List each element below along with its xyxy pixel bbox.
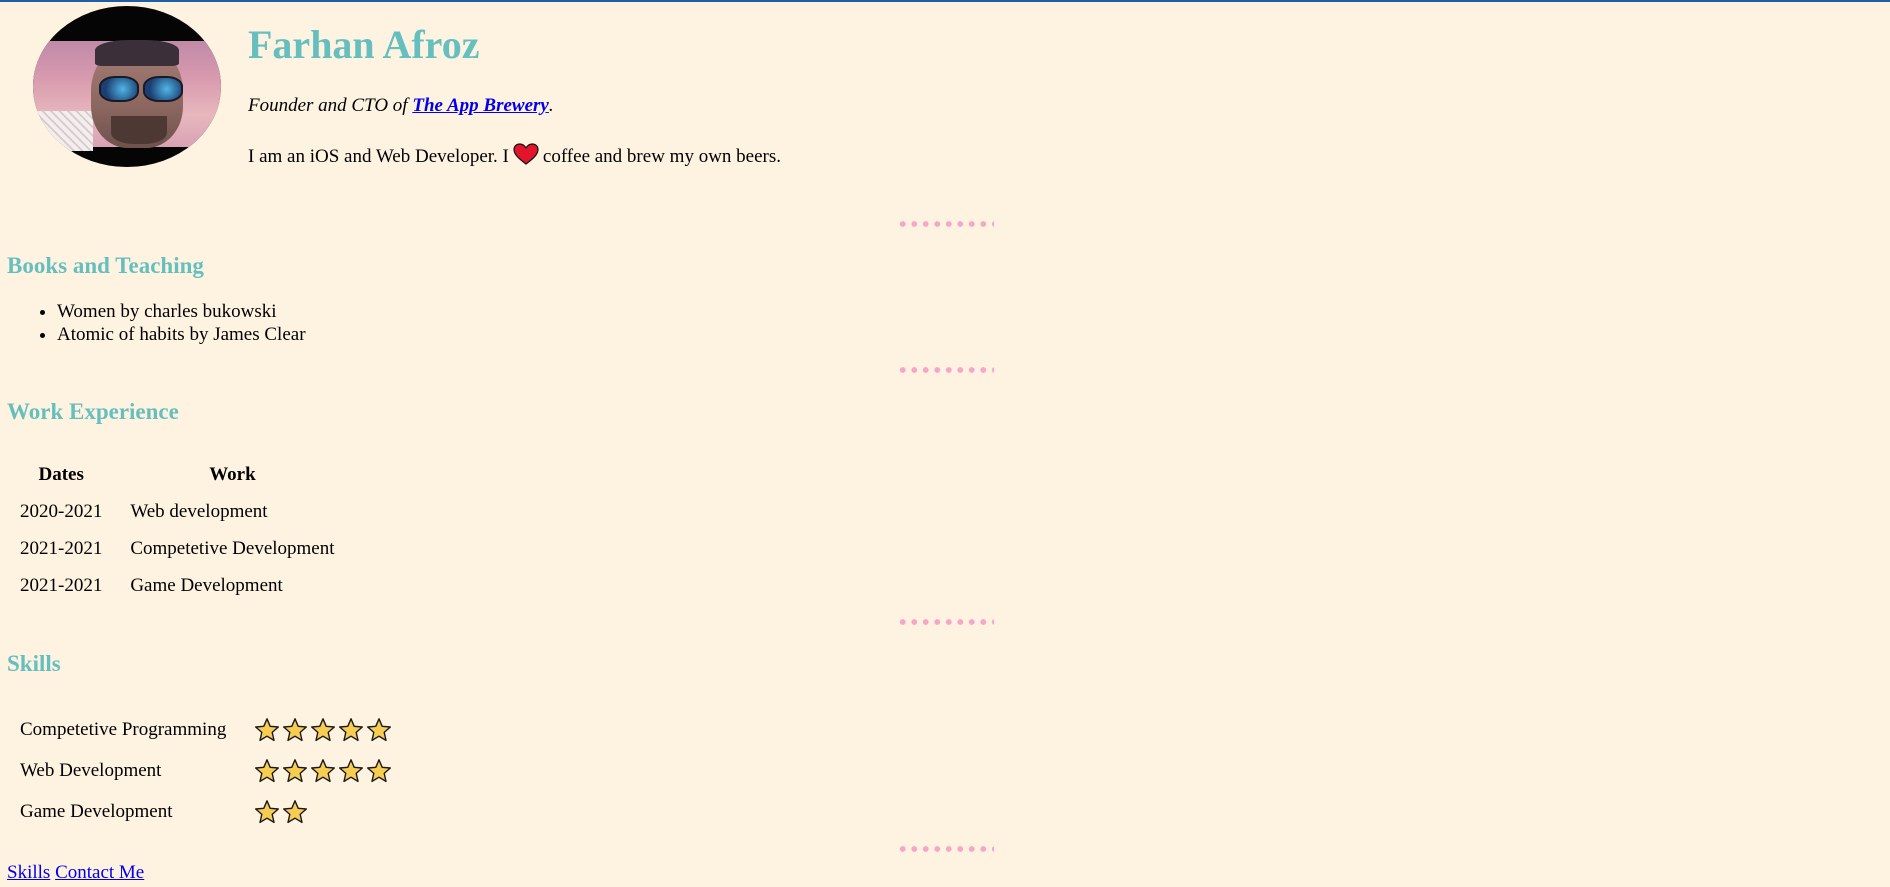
work-dates: 2021-2021 (20, 574, 103, 596)
column-header-dates: Dates (38, 464, 84, 485)
intro-before: I am an iOS and Web Developer. I (248, 146, 509, 167)
skill-name: Game Development (20, 800, 173, 822)
books-list: Women by charles bukowski Atomic of habi… (24, 300, 306, 346)
work-title: Competetive Development (130, 537, 335, 559)
table-row: 2021-2021 Game Development (6, 567, 349, 604)
star-icon (282, 758, 308, 784)
profile-photo (33, 6, 221, 167)
company-link[interactable]: The App Brewery (412, 95, 549, 116)
work-heading: Work Experience (7, 399, 179, 424)
table-row: 2021-2021 Competetive Development (6, 530, 349, 567)
work-dates: 2020-2021 (20, 500, 103, 522)
star-icon (254, 758, 280, 784)
skill-rating (254, 758, 392, 784)
intro-after: coffee and brew my own beers. (542, 146, 782, 167)
star-icon (282, 799, 308, 825)
skill-rating (254, 799, 308, 825)
skill-rating (254, 717, 392, 743)
table-row: Game Development (6, 791, 406, 832)
star-icon (254, 717, 280, 743)
star-icon (366, 758, 392, 784)
table-header-row: Dates Work (6, 457, 349, 493)
star-icon (338, 717, 364, 743)
star-icon (282, 717, 308, 743)
tagline-suffix: . (548, 95, 554, 116)
page-title: Farhan Afroz (248, 22, 480, 67)
tagline-prefix: Founder and CTO of (248, 95, 413, 116)
dotted-divider (897, 220, 994, 228)
star-icon (366, 717, 392, 743)
work-title: Web development (130, 500, 268, 522)
list-item: Women by charles bukowski (57, 300, 306, 323)
star-icon (310, 758, 336, 784)
books-heading: Books and Teaching (7, 253, 204, 278)
column-header-work: Work (209, 464, 256, 485)
intro-text: I am an iOS and Web Developer. I coffee a… (248, 143, 781, 171)
table-row: 2020-2021 Web development (6, 493, 349, 530)
footer-nav: Skills Contact Me (7, 862, 144, 884)
skill-name: Web Development (20, 759, 162, 781)
work-table: Dates Work 2020-2021 Web development 202… (6, 457, 349, 604)
tagline: Founder and CTO of The App Brewery. (248, 95, 554, 117)
dotted-divider (897, 366, 994, 374)
star-icon (254, 799, 280, 825)
contact-me-link[interactable]: Contact Me (55, 862, 144, 883)
skill-name: Competetive Programming (20, 718, 227, 740)
star-icon (338, 758, 364, 784)
table-row: Competetive Programming (6, 709, 406, 750)
table-row: Web Development (6, 750, 406, 791)
work-title: Game Development (130, 574, 283, 596)
heart-icon (513, 143, 539, 171)
dotted-divider (897, 845, 994, 853)
skills-heading: Skills (7, 651, 61, 676)
work-dates: 2021-2021 (20, 537, 103, 559)
star-icon (310, 717, 336, 743)
dotted-divider (897, 618, 994, 626)
skills-table: Competetive Programming Web Development … (6, 709, 406, 832)
skills-link[interactable]: Skills (7, 862, 50, 883)
list-item: Atomic of habits by James Clear (57, 323, 306, 346)
